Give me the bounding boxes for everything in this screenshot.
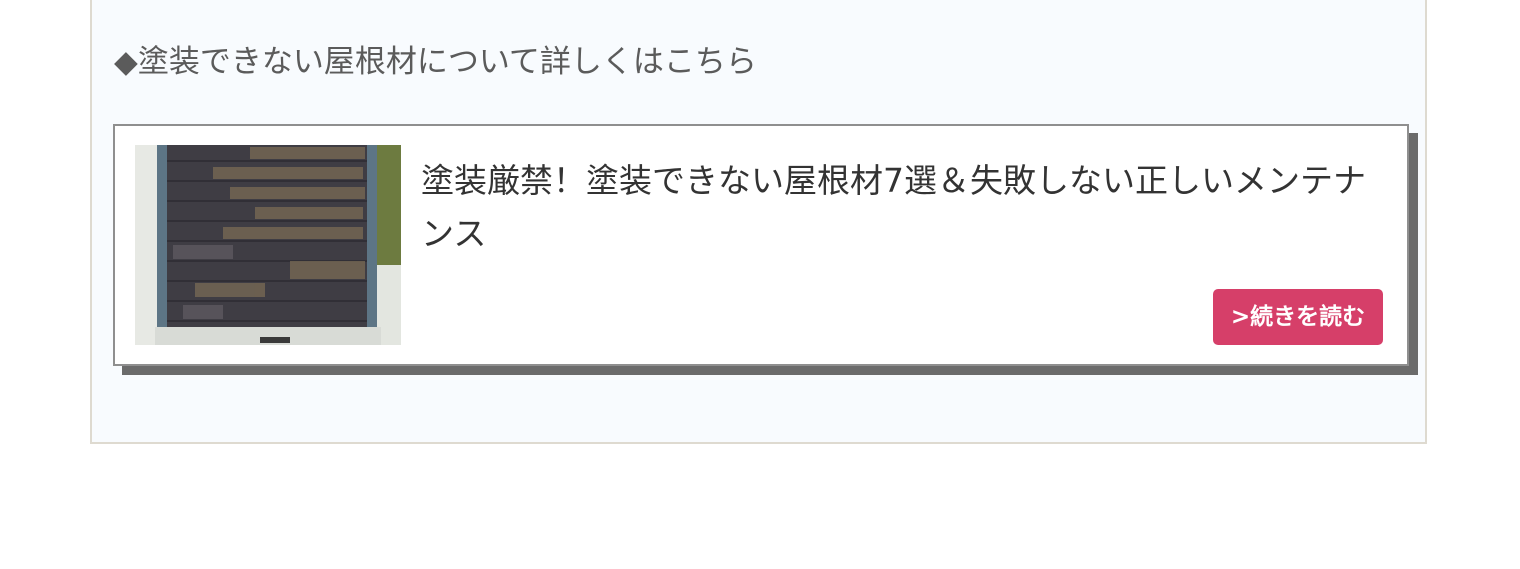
roof-photo-icon <box>135 145 401 345</box>
article-thumbnail[interactable] <box>135 145 401 345</box>
section-heading: ◆塗装できない屋根材について詳しくはこちら <box>114 44 757 80</box>
article-title[interactable]: 塗装厳禁！塗装できない屋根材7選＆失敗しない正しいメンテナンス <box>421 154 1391 260</box>
article-card[interactable]: 塗装厳禁！塗装できない屋根材7選＆失敗しない正しいメンテナンス >続きを読む <box>113 124 1409 366</box>
related-article-box: ◆塗装できない屋根材について詳しくはこちら 塗装厳禁！塗装できない屋根材7選＆失… <box>90 0 1427 444</box>
read-more-button[interactable]: >続きを読む <box>1213 289 1383 345</box>
